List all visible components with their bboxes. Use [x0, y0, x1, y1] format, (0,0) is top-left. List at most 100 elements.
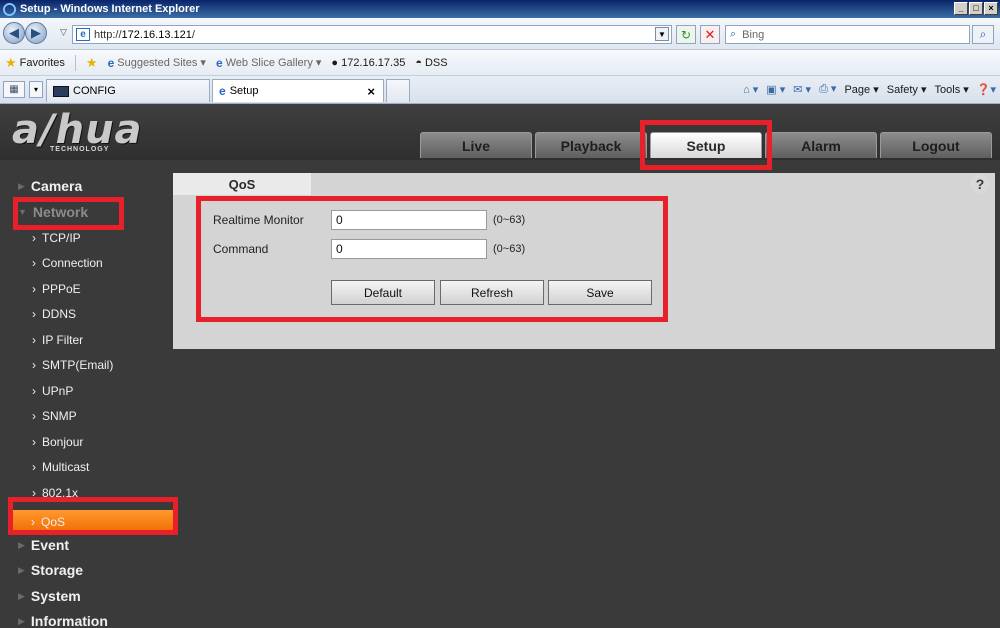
- home-icon[interactable]: ⌂ ▾: [743, 83, 758, 96]
- tab-label: Setup: [229, 85, 259, 97]
- command-bar: ⌂ ▾ ▣ ▾ ✉ ▾ ⎙ ▾ Page ▾ Safety ▾ Tools ▾ …: [743, 82, 996, 96]
- forward-button[interactable]: ▶: [25, 22, 47, 44]
- sidebar-item-label: Multicast: [42, 460, 90, 474]
- back-button[interactable]: ◀: [3, 22, 25, 44]
- quick-tabs-icon[interactable]: ▦: [3, 81, 25, 98]
- sidebar-item-ddns[interactable]: › DDNS: [32, 307, 76, 321]
- dvr-icon: ●: [331, 56, 339, 69]
- expand-triangle-icon: ▶: [18, 180, 25, 191]
- page-icon: e: [76, 28, 90, 41]
- page-menu[interactable]: Page ▾: [844, 83, 878, 96]
- ie-page-icon: e: [107, 55, 115, 70]
- dahua-logo: a/hua TECHNOLOGY: [12, 110, 157, 158]
- url-host: 172.16.13.121: [121, 28, 192, 41]
- sidebar-cat-system[interactable]: ▶ System: [18, 588, 81, 604]
- config-page-icon: [53, 85, 69, 97]
- chevron-right-icon: ›: [32, 435, 36, 449]
- sidebar-item-snmp[interactable]: › SNMP: [32, 409, 77, 423]
- nav-tab-alarm[interactable]: Alarm: [765, 132, 877, 158]
- url-scheme: http://: [94, 28, 122, 41]
- chevron-right-icon: ›: [32, 231, 36, 245]
- sidebar-item-label: PPPoE: [42, 282, 81, 296]
- favorites-button[interactable]: ★ Favorites: [5, 55, 65, 71]
- sidebar-item-connection[interactable]: › Connection: [32, 256, 103, 270]
- chevron-right-icon: ›: [32, 333, 36, 347]
- fav-label: 172.16.17.35: [341, 56, 406, 69]
- divider: [74, 54, 76, 71]
- tab-list-dropdown-icon[interactable]: ▾: [29, 81, 43, 98]
- print-icon[interactable]: ⎙ ▾: [819, 82, 836, 96]
- chevron-right-icon: ›: [32, 307, 36, 321]
- sidebar-item-label: SMTP(Email): [42, 358, 114, 372]
- fav-web-slice-gallery[interactable]: e Web Slice Gallery ▾: [216, 56, 321, 70]
- expand-triangle-icon: ▶: [18, 539, 25, 550]
- sidebar-item-upnp[interactable]: › UPnP: [32, 384, 73, 398]
- sidebar-item-tcpip[interactable]: › TCP/IP: [32, 231, 81, 245]
- sidebar-cat-label: Camera: [30, 178, 83, 194]
- sidebar: ▶ Camera ▼ Network › TCP/IP › Connection ›…: [0, 160, 173, 628]
- mail-icon[interactable]: ✉ ▾: [793, 83, 811, 96]
- window-title: Setup - Windows Internet Explorer: [20, 3, 200, 15]
- sidebar-item-label: IP Filter: [42, 333, 84, 347]
- sidebar-item-pppoe[interactable]: › PPPoE: [32, 282, 81, 296]
- history-dropdown-icon[interactable]: ▽: [60, 27, 67, 38]
- help-icon[interactable]: ?: [970, 174, 990, 194]
- sidebar-cat-label: Event: [30, 537, 70, 553]
- favorites-bar: ★ Favorites ★ e Suggested Sites ▾ e Web …: [0, 50, 1000, 76]
- sidebar-item-label: Bonjour: [42, 435, 84, 449]
- sidebar-item-ip-filter[interactable]: › IP Filter: [32, 333, 83, 347]
- address-bar: ◀ ▶ ▽ e http://172.16.13.121/ ▼ ↻ ✕ ⌕ Bi…: [0, 18, 1000, 50]
- add-favorite-icon[interactable]: ★: [86, 55, 98, 71]
- annotation-box-network: [13, 197, 124, 230]
- sidebar-cat-label: Storage: [30, 562, 84, 578]
- chevron-right-icon: ›: [32, 460, 36, 474]
- minimize-button[interactable]: _: [954, 2, 968, 15]
- nav-tab-live[interactable]: Live: [420, 132, 532, 158]
- ie-page-icon: e: [215, 55, 223, 70]
- sidebar-cat-label: Information: [30, 613, 108, 628]
- chevron-right-icon: ›: [32, 409, 36, 423]
- tools-menu[interactable]: Tools ▾: [935, 83, 969, 96]
- window-title-bar: Setup - Windows Internet Explorer _ □ ×: [0, 0, 1000, 18]
- panel-tab-qos: QoS: [173, 173, 311, 195]
- sidebar-cat-label: System: [30, 588, 81, 604]
- url-dropdown-icon[interactable]: ▼: [655, 27, 669, 41]
- tab-config[interactable]: CONFIG: [46, 79, 210, 102]
- sidebar-cat-camera[interactable]: ▶ Camera: [18, 178, 82, 194]
- chevron-right-icon: ›: [32, 256, 36, 270]
- maximize-button[interactable]: □: [969, 2, 983, 15]
- fav-suggested-sites[interactable]: e Suggested Sites ▾: [108, 56, 206, 70]
- safety-menu[interactable]: Safety ▾: [887, 83, 927, 96]
- chevron-right-icon: ›: [32, 282, 36, 296]
- fav-label: Web Slice Gallery ▾: [225, 57, 322, 69]
- fav-dss[interactable]: ◓ DSS: [415, 57, 447, 69]
- tab-label: CONFIG: [73, 85, 116, 97]
- sidebar-cat-event[interactable]: ▶ Event: [18, 537, 69, 553]
- stop-icon[interactable]: ✕: [700, 25, 720, 44]
- app-header: a/hua TECHNOLOGY Live Playback Setup Ala…: [0, 104, 1000, 160]
- search-icon[interactable]: ⌕: [972, 25, 994, 44]
- close-tab-icon[interactable]: ×: [367, 84, 375, 99]
- refresh-icon[interactable]: ↻: [676, 25, 696, 44]
- fav-ip-link[interactable]: ● 172.16.17.35: [331, 57, 405, 69]
- expand-triangle-icon: ▶: [18, 615, 25, 626]
- logo-text: a/hua: [12, 107, 143, 153]
- help-menu-icon[interactable]: ❓▾: [977, 83, 996, 96]
- nav-tab-logout[interactable]: Logout: [880, 132, 992, 158]
- close-window-button[interactable]: ×: [984, 2, 998, 15]
- expand-triangle-icon: ▶: [18, 564, 25, 575]
- new-tab-button[interactable]: [386, 79, 410, 102]
- tab-setup[interactable]: e Setup ×: [212, 79, 384, 102]
- sidebar-item-smtp[interactable]: › SMTP(Email): [32, 358, 113, 372]
- logo-subtitle: TECHNOLOGY: [50, 146, 110, 153]
- url-input[interactable]: e http://172.16.13.121/: [72, 25, 672, 44]
- annotation-box-form: [196, 196, 668, 322]
- sidebar-item-multicast[interactable]: › Multicast: [32, 460, 89, 474]
- web-app: a/hua TECHNOLOGY Live Playback Setup Ala…: [0, 104, 1000, 628]
- sidebar-cat-information[interactable]: ▶ Information: [18, 613, 108, 628]
- search-input[interactable]: ⌕ Bing: [725, 25, 970, 44]
- nav-tab-playback[interactable]: Playback: [535, 132, 647, 158]
- feeds-icon[interactable]: ▣ ▾: [766, 83, 785, 96]
- sidebar-item-bonjour[interactable]: › Bonjour: [32, 435, 83, 449]
- sidebar-cat-storage[interactable]: ▶ Storage: [18, 562, 83, 578]
